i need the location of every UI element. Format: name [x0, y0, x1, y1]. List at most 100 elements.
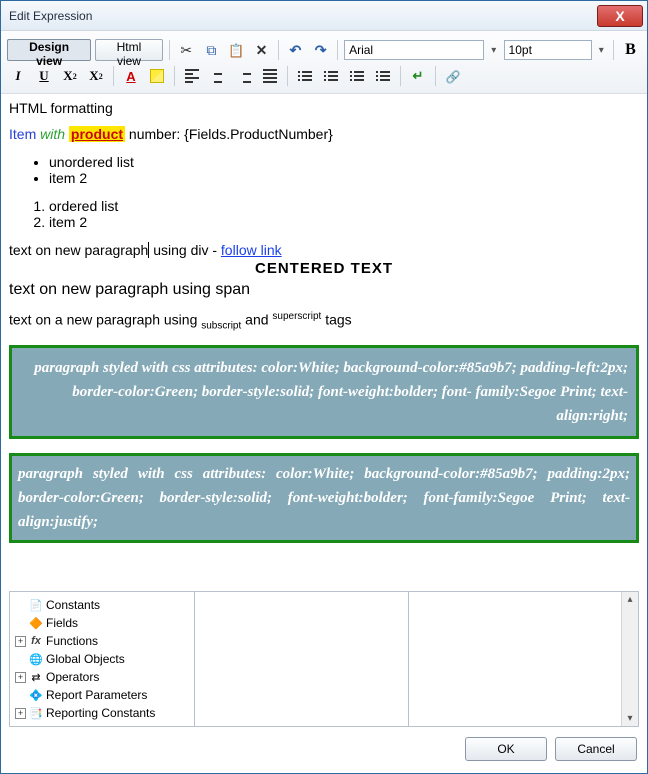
subscript-text: subscript [201, 320, 241, 331]
centered-text: CENTERED TEXT [9, 260, 639, 277]
font-name-select[interactable] [344, 40, 484, 60]
text-rest: number: {Fields.ProductNumber} [125, 126, 333, 142]
text: text on a new paragraph using [9, 312, 201, 328]
bottom-panels: 📄Constants🔶Fields+fxFunctions🌐Global Obj… [9, 591, 639, 727]
subscript-button[interactable]: X2 [59, 65, 81, 87]
close-button[interactable]: X [597, 5, 643, 27]
tree-node[interactable]: 📄Constants [12, 596, 192, 614]
align-left-icon [185, 69, 199, 83]
expand-icon[interactable]: + [15, 672, 26, 683]
tree-node[interactable]: +📑Reporting Constants [12, 704, 192, 722]
redo-icon [315, 42, 327, 59]
expand-icon [15, 654, 26, 665]
align-justify-button[interactable] [259, 65, 281, 87]
highlight-button[interactable] [146, 65, 168, 87]
expression-tree[interactable]: 📄Constants🔶Fields+fxFunctions🌐Global Obj… [10, 592, 195, 726]
newline-icon [413, 68, 424, 84]
node-icon: 🔶 [29, 616, 43, 630]
indent-icon [376, 71, 390, 81]
cut-icon [180, 42, 192, 59]
content-heading: HTML formatting [9, 100, 639, 116]
font-color-button[interactable]: A [120, 65, 142, 87]
text: tags [321, 312, 351, 328]
tree-node[interactable]: 🔶Fields [12, 614, 192, 632]
bold-button[interactable]: B [620, 39, 641, 61]
node-icon: 📑 [29, 706, 43, 720]
italic-button[interactable]: I [7, 65, 29, 87]
tab-design-view[interactable]: Design view [7, 39, 91, 61]
members-panel[interactable] [195, 592, 409, 726]
text-with: with [40, 126, 65, 142]
tree-node[interactable]: 💠Report Parameters [12, 686, 192, 704]
tree-node[interactable]: +⇄Operators [12, 668, 192, 686]
ok-button[interactable]: OK [465, 737, 547, 761]
editor-canvas[interactable]: HTML formatting Item with product number… [1, 94, 647, 591]
link-icon [446, 69, 461, 84]
chevron-down-icon[interactable]: ▾ [596, 45, 607, 56]
delete-icon [256, 42, 268, 59]
node-icon: ⇄ [29, 670, 43, 684]
toolbar-row-2: I U X2 X2 A [7, 63, 641, 89]
separator [169, 40, 170, 60]
toolbar-row-1: Design view Html view ▾ ▾ B [7, 37, 641, 63]
node-icon: 📄 [29, 598, 43, 612]
scroll-down-icon[interactable]: ▾ [627, 713, 632, 724]
scrollbar[interactable]: ▴ ▾ [621, 592, 638, 726]
hyperlink-button[interactable] [442, 65, 464, 87]
superscript-button[interactable]: X2 [85, 65, 107, 87]
bullet-list-icon [298, 71, 312, 81]
description-panel[interactable] [409, 592, 622, 726]
number-list-button[interactable] [320, 65, 342, 87]
outdent-button[interactable] [346, 65, 368, 87]
toolbar: Design view Html view ▾ ▾ B I U X2 X2 A [1, 31, 647, 94]
text-product: product [69, 126, 125, 142]
node-label: Operators [46, 670, 99, 684]
node-label: Functions [46, 634, 98, 648]
redo-button[interactable] [310, 39, 331, 61]
cancel-button[interactable]: Cancel [555, 737, 637, 761]
newline-button[interactable] [407, 65, 429, 87]
expand-icon[interactable]: + [15, 708, 26, 719]
tab-html-view[interactable]: Html view [95, 39, 163, 61]
dialog-buttons: OK Cancel [1, 727, 647, 773]
paste-button[interactable] [226, 39, 247, 61]
expand-icon[interactable]: + [15, 636, 26, 647]
follow-link[interactable]: follow link [221, 242, 282, 258]
text: using div - [149, 242, 221, 258]
separator [400, 66, 401, 86]
close-icon: X [615, 8, 624, 24]
window-title: Edit Expression [9, 9, 597, 23]
separator [337, 40, 338, 60]
underline-button[interactable]: U [33, 65, 55, 87]
tree-node[interactable]: +fxFunctions [12, 632, 192, 650]
cut-button[interactable] [176, 39, 197, 61]
node-label: Report Parameters [46, 688, 147, 702]
align-center-button[interactable] [207, 65, 229, 87]
expand-icon [15, 600, 26, 611]
tree-node[interactable]: 🌐Global Objects [12, 650, 192, 668]
indent-button[interactable] [372, 65, 394, 87]
copy-icon [206, 42, 216, 59]
align-left-button[interactable] [181, 65, 203, 87]
separator [174, 66, 175, 86]
expand-icon [15, 690, 26, 701]
chevron-down-icon[interactable]: ▾ [488, 45, 499, 56]
superscript-text: superscript [272, 311, 321, 322]
bullet-list-button[interactable] [294, 65, 316, 87]
copy-button[interactable] [201, 39, 222, 61]
paragraph-div: text on new paragraph using div - follow… [9, 242, 639, 258]
node-label: Constants [46, 598, 100, 612]
separator [113, 66, 114, 86]
align-right-icon [237, 69, 251, 83]
separator [278, 40, 279, 60]
scroll-up-icon[interactable]: ▴ [627, 594, 632, 605]
list-item: item 2 [49, 214, 639, 230]
node-label: Global Objects [46, 652, 125, 666]
align-right-button[interactable] [233, 65, 255, 87]
font-size-select[interactable] [504, 40, 592, 60]
delete-button[interactable] [251, 39, 272, 61]
node-label: Fields [46, 616, 78, 630]
undo-button[interactable] [285, 39, 306, 61]
text-item: Item [9, 126, 36, 142]
separator [435, 66, 436, 86]
